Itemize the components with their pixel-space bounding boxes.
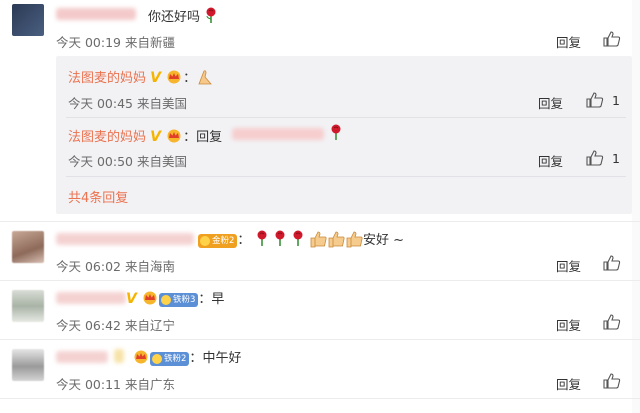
mentioned-user-blurred[interactable] bbox=[232, 128, 324, 140]
sub-reply-meta: 今天 00:50 来自美国 bbox=[68, 154, 187, 169]
sub-reply-author[interactable]: 法图麦的妈妈 bbox=[68, 130, 146, 145]
username-blurred bbox=[114, 349, 124, 363]
thumbs-up-emoji-icon bbox=[328, 231, 345, 248]
rose-emoji-icon bbox=[206, 7, 216, 23]
thumbs-up-emoji-icon bbox=[346, 231, 363, 248]
comment-text: 金粉2： 安好 ~ bbox=[198, 229, 404, 248]
reply-button[interactable]: 回复 bbox=[556, 374, 581, 393]
fan-level-badge: 铁粉2 bbox=[150, 352, 190, 366]
comment-meta: 今天 00:19 来自新疆 bbox=[56, 35, 175, 50]
comment-text: 铁粉2 ：中午好 bbox=[132, 347, 241, 366]
reply-button[interactable]: 回复 bbox=[556, 256, 581, 275]
fan-level-badge: 铁粉3 bbox=[158, 293, 199, 307]
thumbs-up-icon[interactable] bbox=[603, 373, 621, 389]
avatar[interactable] bbox=[12, 4, 44, 36]
thumbs-up-icon[interactable] bbox=[603, 255, 621, 271]
divider bbox=[66, 176, 626, 177]
reply-button[interactable]: 回复 bbox=[556, 315, 581, 334]
thumbs-up-icon[interactable] bbox=[603, 314, 621, 330]
rose-emoji-icon bbox=[275, 230, 285, 246]
divider bbox=[0, 280, 640, 281]
username-blurred[interactable] bbox=[56, 292, 126, 304]
thumbs-up-icon[interactable] bbox=[603, 31, 621, 47]
thumbs-up-emoji-icon bbox=[310, 231, 327, 248]
scrollbar-track[interactable] bbox=[632, 0, 640, 413]
pray-hands-emoji-icon bbox=[198, 70, 213, 85]
fan-level-badge: 金粉2 bbox=[198, 234, 238, 248]
more-replies-link[interactable]: 共4条回复 bbox=[68, 187, 128, 206]
member-crown-icon bbox=[167, 129, 181, 143]
comment-meta: 今天 00:11 来自广东 bbox=[56, 377, 175, 392]
comment-text: 你还好吗 bbox=[148, 6, 218, 25]
sub-reply-1: 法图麦的妈妈 V ： bbox=[68, 67, 214, 86]
divider bbox=[0, 221, 640, 222]
rose-emoji-icon bbox=[331, 124, 341, 140]
rose-emoji-icon bbox=[293, 230, 303, 246]
comment-text: V 铁粉3 ：早 bbox=[126, 291, 225, 307]
reply-button[interactable]: 回复 bbox=[556, 32, 581, 51]
verified-badge: V bbox=[150, 129, 161, 145]
like-count: 1 bbox=[612, 151, 620, 166]
thumbs-up-icon[interactable] bbox=[586, 150, 604, 166]
like-count: 1 bbox=[612, 93, 620, 108]
sub-reply-meta: 今天 00:45 来自美国 bbox=[68, 96, 187, 111]
avatar[interactable] bbox=[12, 290, 44, 322]
sub-reply-2: 法图麦的妈妈 V ：回复 bbox=[68, 129, 223, 145]
member-crown-icon bbox=[143, 291, 157, 305]
avatar[interactable] bbox=[12, 231, 44, 263]
avatar[interactable] bbox=[12, 349, 44, 381]
comment-meta: 今天 06:42 来自辽宁 bbox=[56, 318, 175, 333]
comment-meta: 今天 06:02 来自海南 bbox=[56, 259, 175, 274]
sub-reply-author[interactable]: 法图麦的妈妈 bbox=[68, 71, 146, 86]
reply-button[interactable]: 回复 bbox=[538, 151, 563, 170]
verified-badge: V bbox=[126, 291, 137, 307]
divider bbox=[0, 339, 640, 340]
rose-emoji-icon bbox=[257, 230, 267, 246]
reply-button[interactable]: 回复 bbox=[538, 93, 563, 112]
username-blurred[interactable] bbox=[56, 233, 194, 245]
username-blurred[interactable] bbox=[56, 8, 136, 20]
username-blurred[interactable] bbox=[56, 351, 108, 363]
divider bbox=[66, 117, 626, 118]
divider bbox=[0, 398, 640, 399]
thumbs-up-icon[interactable] bbox=[586, 92, 604, 108]
verified-badge: V bbox=[150, 70, 161, 86]
member-crown-icon bbox=[167, 70, 181, 84]
member-crown-icon bbox=[134, 350, 148, 364]
